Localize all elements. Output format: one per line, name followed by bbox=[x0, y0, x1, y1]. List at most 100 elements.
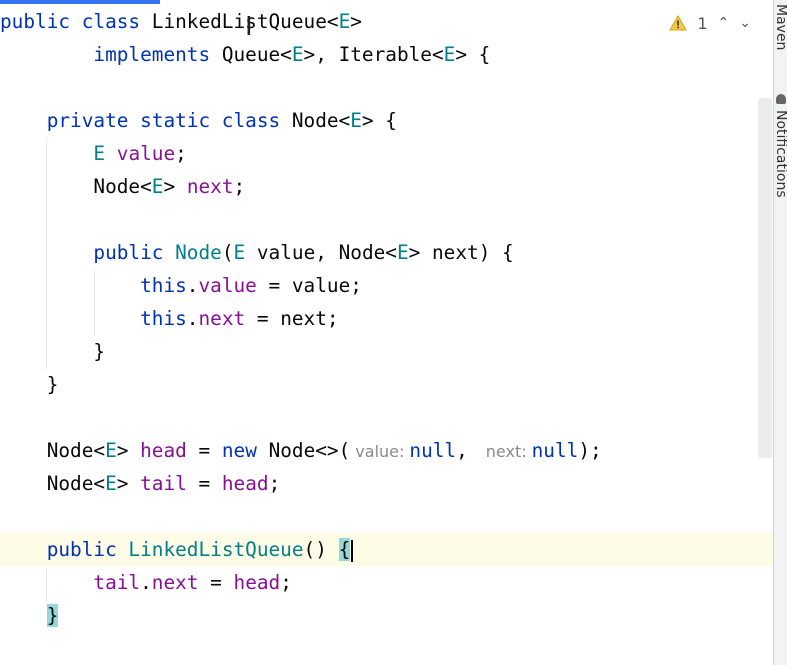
code-token: Node< bbox=[0, 472, 106, 495]
warning-triangle-icon[interactable] bbox=[669, 15, 688, 31]
code-token: > bbox=[350, 10, 362, 33]
type-param-token: E bbox=[233, 241, 246, 264]
code-line-8[interactable]: public Node(E value, Node<E> next) { bbox=[0, 236, 773, 269]
code-editor[interactable]: public class LinkedListQueue<E> implemen… bbox=[0, 0, 773, 665]
field-token: head bbox=[140, 439, 187, 462]
code-token: = bbox=[186, 439, 222, 462]
code-token: } bbox=[0, 340, 106, 363]
code-token: Node<>( bbox=[256, 439, 351, 462]
field-token: head bbox=[233, 571, 281, 594]
code-token: Queue< bbox=[221, 43, 292, 66]
text-caret bbox=[351, 539, 354, 562]
code-token: ; bbox=[175, 142, 187, 165]
code-line-6[interactable]: Node<E> next; bbox=[0, 170, 773, 203]
code-line-18[interactable]: tail.next = head; bbox=[0, 566, 773, 599]
chevron-down-icon[interactable]: ⌄ bbox=[739, 15, 751, 31]
keyword-token: private static class bbox=[0, 109, 292, 132]
keyword-token: this bbox=[140, 274, 187, 297]
field-token: next bbox=[198, 307, 246, 330]
type-param-token: E bbox=[443, 43, 456, 66]
notifications-tool-button[interactable]: Notifications bbox=[774, 110, 787, 198]
keyword-token: null bbox=[531, 439, 579, 462]
matched-brace: } bbox=[46, 604, 59, 627]
code-token: Node< bbox=[0, 439, 106, 462]
type-param-token: E bbox=[350, 109, 362, 132]
vertical-scrollbar[interactable] bbox=[758, 98, 772, 458]
code-line-1[interactable]: public class LinkedListQueue<E> bbox=[0, 5, 773, 38]
code-token: . bbox=[186, 307, 199, 330]
field-token: head bbox=[221, 472, 269, 495]
chevron-up-icon[interactable]: ⌃ bbox=[718, 15, 730, 31]
code-token: ); bbox=[578, 439, 602, 462]
code-token: = bbox=[198, 571, 234, 594]
inspection-widget[interactable]: 1 ⌃ ⌄ bbox=[669, 8, 751, 38]
code-line-17-current[interactable]: public LinkedListQueue() { bbox=[0, 533, 773, 566]
type-param-token: E bbox=[93, 142, 106, 165]
field-token: next bbox=[151, 571, 199, 594]
code-token: . bbox=[186, 274, 199, 297]
code-token: = bbox=[186, 472, 222, 495]
code-token: , bbox=[456, 439, 468, 462]
code-token: value, Node< bbox=[245, 241, 397, 264]
code-token: } bbox=[0, 373, 59, 396]
code-token: Node< bbox=[0, 175, 152, 198]
keyword-token: null bbox=[409, 439, 457, 462]
field-token: value bbox=[116, 142, 176, 165]
keyword-token: public bbox=[0, 538, 129, 561]
warning-count[interactable]: 1 bbox=[697, 14, 707, 33]
type-param-token: E bbox=[105, 439, 117, 462]
code-token: . bbox=[140, 571, 152, 594]
code-line-2[interactable]: implements Queue<E>, Iterable<E> { bbox=[0, 38, 773, 71]
code-token: () bbox=[303, 538, 339, 561]
code-line-19[interactable]: } bbox=[0, 599, 773, 632]
right-tool-strip: Maven Notifications bbox=[773, 0, 787, 665]
code-token: > { bbox=[455, 43, 491, 66]
type-param-token: E bbox=[396, 241, 409, 264]
code-token: > next) { bbox=[408, 241, 514, 264]
constructor-name-token: Node bbox=[175, 241, 222, 264]
type-param-token: E bbox=[338, 10, 351, 33]
code-token: Node< bbox=[291, 109, 351, 132]
field-token: value bbox=[198, 274, 257, 297]
code-line-4[interactable]: private static class Node<E> { bbox=[0, 104, 773, 137]
keyword-token: public bbox=[0, 241, 176, 264]
code-line-10[interactable]: this.next = next; bbox=[0, 302, 773, 335]
type-param-token: E bbox=[151, 175, 164, 198]
parameter-hint: value: bbox=[355, 442, 405, 461]
code-line-15[interactable]: Node<E> tail = head; bbox=[0, 467, 773, 500]
code-token: = value; bbox=[256, 274, 362, 297]
code-token: > { bbox=[361, 109, 397, 132]
field-token: next bbox=[186, 175, 234, 198]
code-line-11[interactable]: } bbox=[0, 335, 773, 368]
code-line-9[interactable]: this.value = value; bbox=[0, 269, 773, 302]
code-token: >, Iterable< bbox=[303, 43, 444, 66]
code-token: ; bbox=[233, 175, 246, 198]
code-line-14[interactable]: Node<E> head = new Node<>(value: null, nex… bbox=[0, 434, 773, 467]
constructor-name-token: LinkedListQueue bbox=[128, 538, 304, 561]
matched-brace: { bbox=[338, 538, 351, 561]
field-token: tail bbox=[140, 472, 187, 495]
type-param-token: E bbox=[291, 43, 304, 66]
ibeam-cursor-icon: I bbox=[245, 12, 253, 42]
field-token: tail bbox=[93, 571, 141, 594]
code-token: > bbox=[116, 472, 141, 495]
code-token: ( bbox=[221, 241, 234, 264]
parameter-hint: next: bbox=[485, 442, 527, 461]
maven-tool-button[interactable]: Maven bbox=[774, 4, 787, 50]
code-token: ; bbox=[280, 571, 292, 594]
code-token: > bbox=[116, 439, 141, 462]
keyword-token: this bbox=[140, 307, 187, 330]
code-line-5[interactable]: E value; bbox=[0, 137, 773, 170]
active-tab-indicator bbox=[0, 0, 160, 4]
code-line-12[interactable]: } bbox=[0, 368, 773, 401]
code-token: = next; bbox=[245, 307, 339, 330]
code-token: ; bbox=[268, 472, 281, 495]
keyword-token: new bbox=[221, 439, 257, 462]
code-token: > bbox=[163, 175, 187, 198]
